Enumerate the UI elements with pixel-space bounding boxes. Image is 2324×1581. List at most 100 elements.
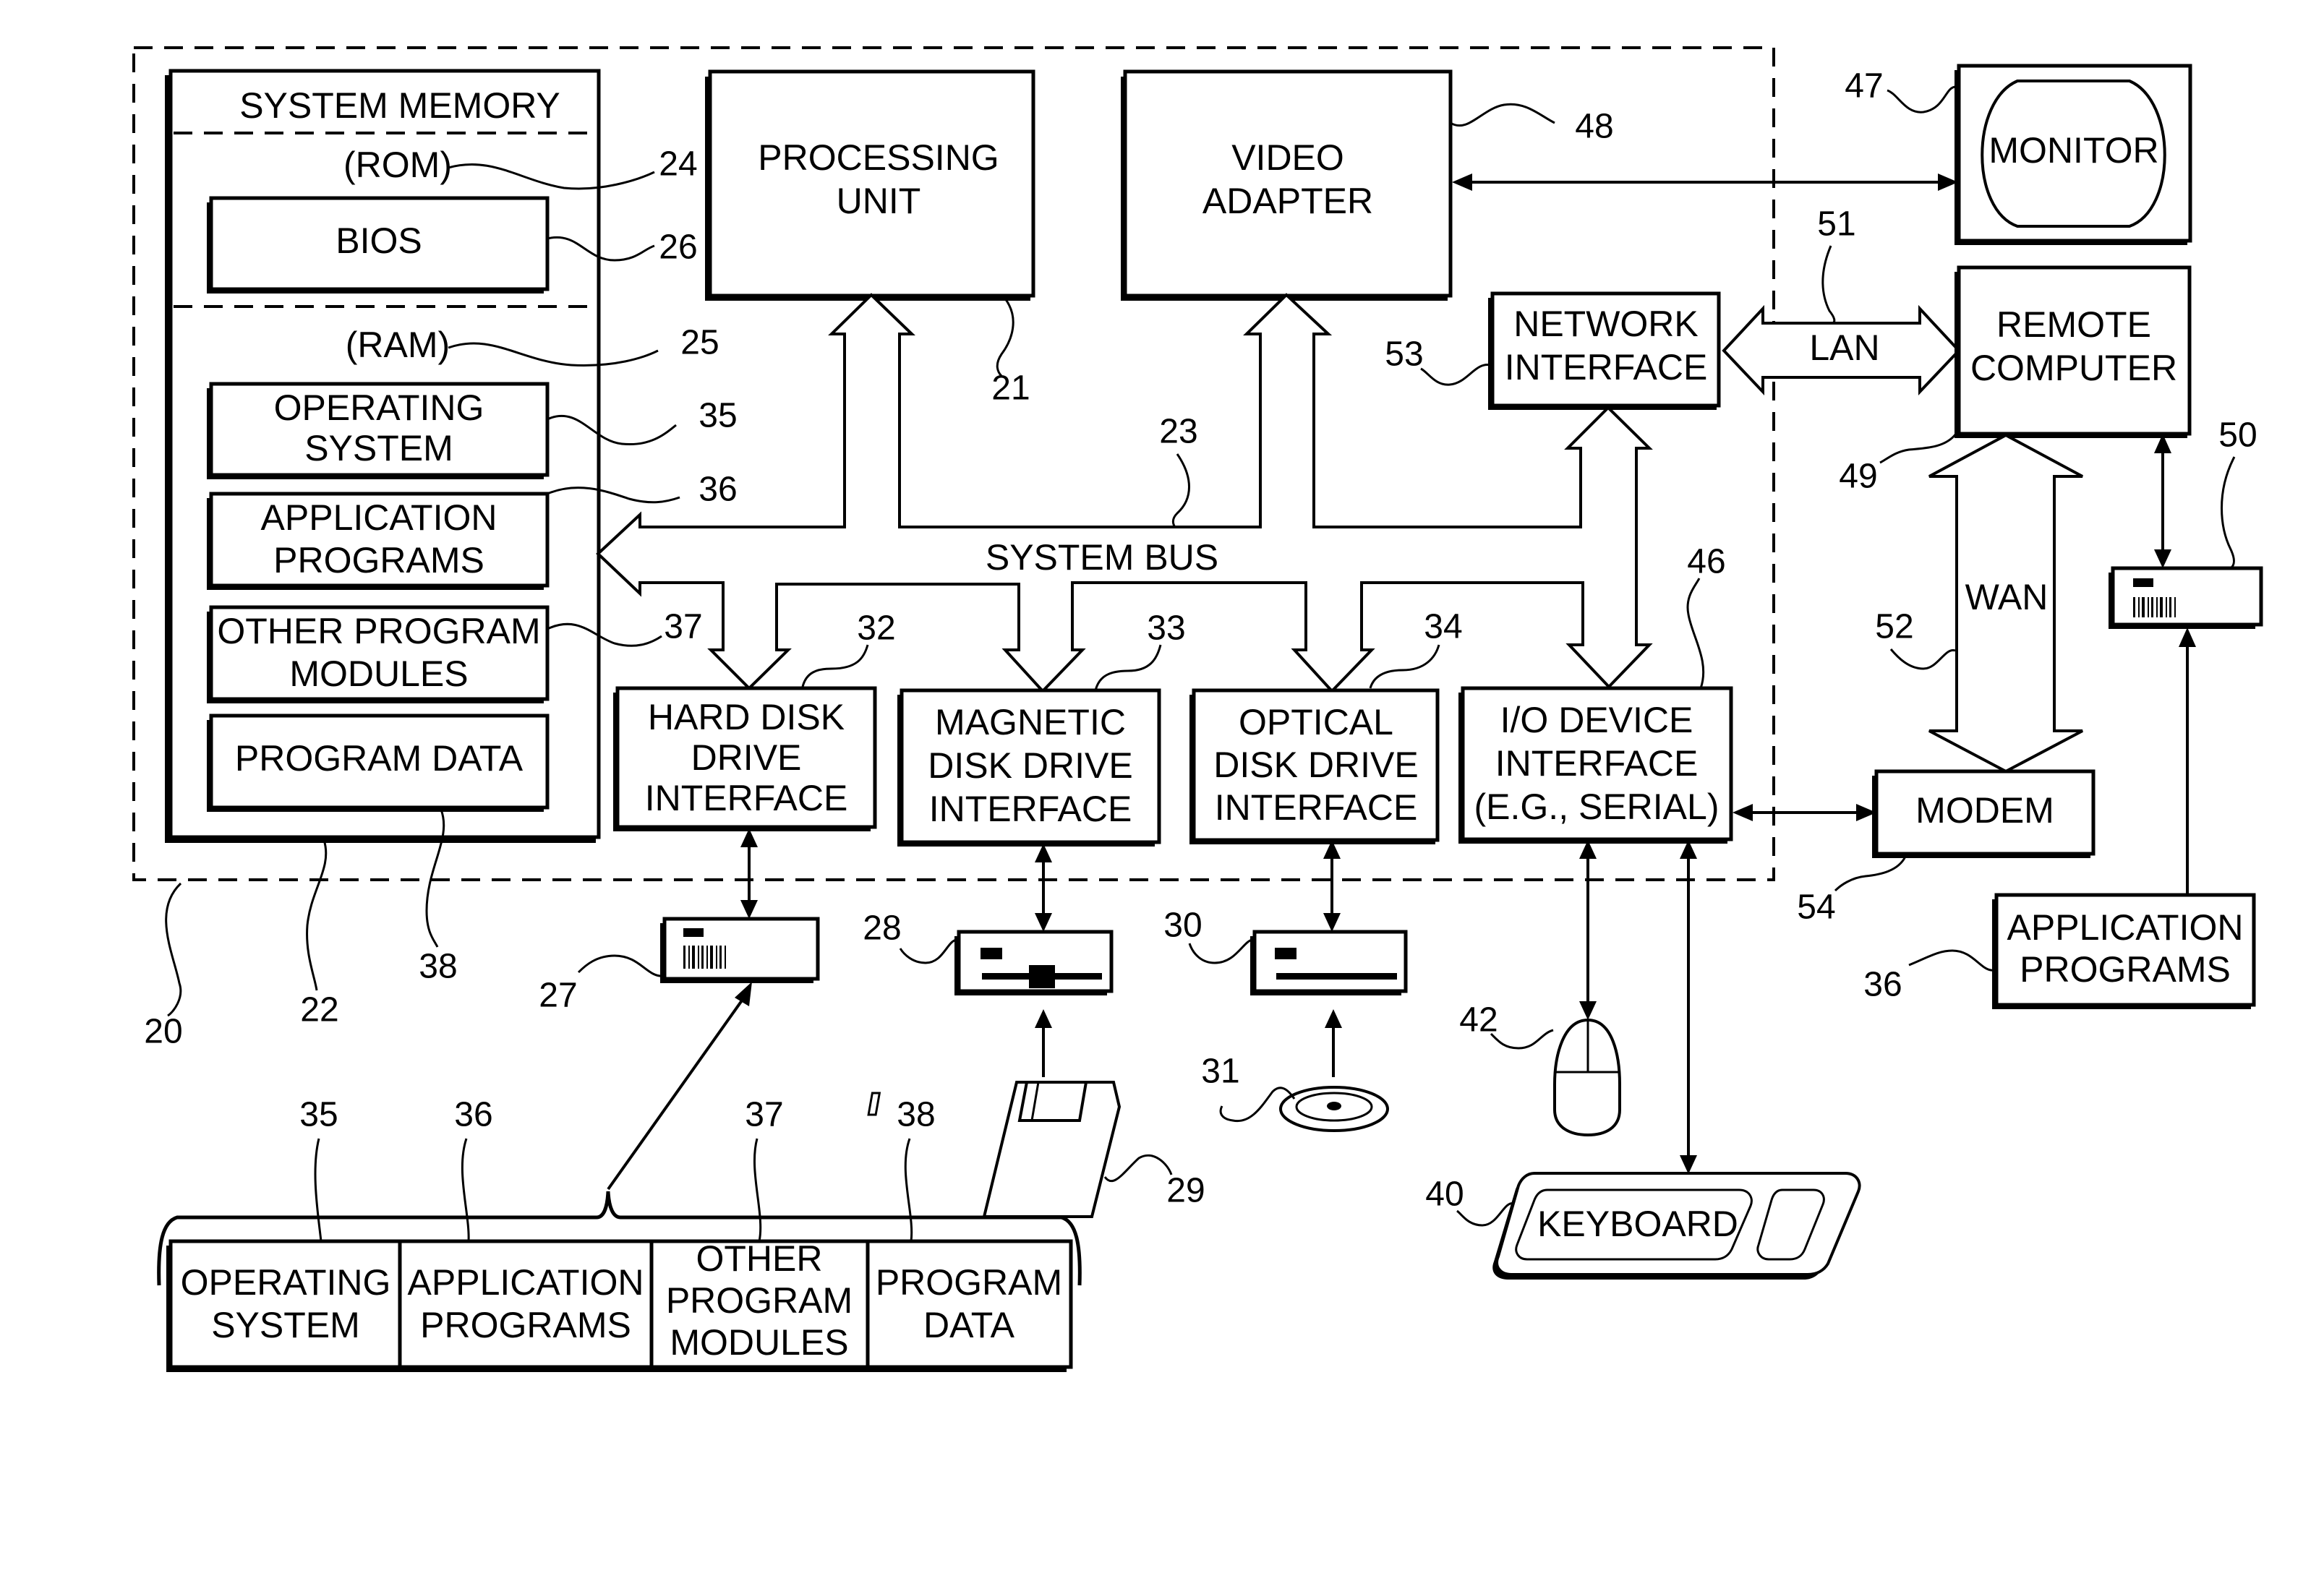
memory-other-box: OTHER PROGRAM MODULES [207,605,550,703]
ref-52: 52 [1875,608,1913,646]
optical-interface-line1: OPTICAL [1239,702,1393,742]
leader-22 [306,839,328,991]
remote-app-line1: APPLICATION [2007,907,2244,948]
magnetic-interface-line1: MAGNETIC [935,702,1126,742]
arrowhead-up-icon [1325,1009,1342,1028]
ref-28: 28 [863,909,901,948]
ref-30: 30 [1163,907,1202,945]
leader-37-stored [753,1138,762,1242]
leader-50 [2221,456,2236,570]
drive-led-icon [683,928,704,937]
leader-23 [1171,453,1190,528]
stored-data-box [866,1239,1073,1369]
network-interface-line2: INTERFACE [1505,347,1708,387]
drive-led-icon [2133,578,2153,587]
ref-23: 23 [1159,413,1197,451]
leader-52 [1889,648,1956,670]
magnetic-disk-drive [954,930,1114,995]
ref-35-stored: 35 [299,1096,338,1134]
stored-other-line1: OTHER [696,1238,823,1279]
drive-led-icon [981,948,1002,959]
arrowhead-up-icon [2179,627,2196,647]
leader-49 [1879,433,1957,464]
monitor-label: MONITOR [1988,130,2158,171]
video-adapter: VIDEO ADAPTER [1121,69,1453,301]
memory-os-line1: OPERATING [274,387,484,428]
leader-38-stored [904,1138,913,1242]
modem-label: MODEM [1915,790,2054,831]
ref-35-memory: 35 [699,397,737,435]
remote-computer-line2: COMPUTER [1970,348,2177,388]
magnetic-interface-line2: DISK DRIVE [928,745,1132,786]
memory-data-box: PROGRAM DATA [207,714,550,812]
arrowhead-down-icon [1579,1001,1597,1020]
io-interface-line1: I/O DEVICE [1500,700,1693,740]
ref-46: 46 [1687,543,1725,581]
arrowhead-up-icon [1035,1009,1052,1028]
ref-53: 53 [1385,335,1423,374]
leader-29 [1103,1154,1173,1183]
ref-36-remote: 36 [1863,966,1902,1004]
processing-unit-line1: PROCESSING [758,137,999,178]
arrowhead-down-icon [1323,913,1341,932]
hdd-interface-line1: HARD DISK [648,697,845,737]
rom-label: (ROM) [343,145,452,185]
hdd-interface-line3: INTERFACE [645,778,848,818]
ref-36-stored: 36 [454,1096,492,1134]
stored-data-line1: PROGRAM [876,1262,1062,1303]
remote-app-line2: PROGRAMS [2020,949,2231,990]
leader-35-stored [314,1138,322,1242]
leader-21 [996,298,1014,377]
computer-system-diagram: 20 SYSTEM MEMORY (ROM) (RAM) BIOS OPERAT… [132,46,2263,1372]
magnetic-interface-line3: INTERFACE [929,789,1132,829]
leader-42 [1490,1029,1554,1050]
magnetic-disk-drive-interface: MAGNETIC DISK DRIVE INTERFACE [897,688,1161,847]
stored-data-line2: DATA [923,1305,1015,1345]
video-adapter-line2: ADAPTER [1202,181,1373,221]
ref-47: 47 [1845,67,1883,106]
lan-label: LAN [1809,327,1879,368]
remote-application-programs: APPLICATION PROGRAMS [1992,893,2256,1009]
stored-os-box [168,1239,402,1369]
arrowhead-down-icon [1680,1155,1697,1174]
ref-48: 48 [1575,108,1613,146]
memory-data-line1: PROGRAM DATA [235,738,524,779]
ref-38-memory: 38 [419,948,457,986]
optical-disk-drive-interface: OPTICAL DISK DRIVE INTERFACE [1189,688,1440,844]
leader-36-remote [1908,949,1995,972]
hdd-interface-line2: DRIVE [691,737,802,778]
optical-disc-icon [1279,1086,1389,1132]
leader-51 [1821,245,1836,325]
arrowhead-down-icon [2154,549,2171,568]
stored-other-line3: MODULES [670,1322,848,1363]
leader-33 [1094,644,1162,691]
ref-25: 25 [680,324,719,362]
ref-54: 54 [1797,888,1835,927]
leader-47 [1887,85,1957,113]
arrowhead-down-icon [1035,913,1052,932]
memory-app-line1: APPLICATION [261,497,497,538]
modem: MODEM [1872,769,2096,858]
optical-disk-drive [1250,930,1408,995]
bios-box: BIOS [207,196,550,294]
processing-unit-line2: UNIT [837,181,921,221]
ref-29: 29 [1166,1172,1205,1210]
ref-31: 31 [1201,1053,1239,1091]
ref-36-memory: 36 [699,471,737,509]
memory-os-line2: SYSTEM [304,428,453,468]
ref-51: 51 [1817,205,1855,244]
ref-37-stored: 37 [745,1096,783,1134]
stored-modules: OPERATING SYSTEM APPLICATION PROGRAMS OT… [166,1238,1073,1372]
network-interface: NETWORK INTERFACE [1488,291,1721,410]
system-bus-label: SYSTEM BUS [986,537,1218,578]
arrowhead-up-icon [735,982,752,1006]
remote-computer-line1: REMOTE [1996,304,2151,345]
io-interface-line2: INTERFACE [1495,743,1699,784]
ref-49: 49 [1839,458,1877,496]
leader-54 [1834,856,1907,892]
leader-53 [1420,364,1492,386]
ref-40: 40 [1425,1175,1464,1214]
stored-app-box [398,1239,654,1369]
leader-28 [899,938,958,964]
ref-21: 21 [991,369,1030,408]
